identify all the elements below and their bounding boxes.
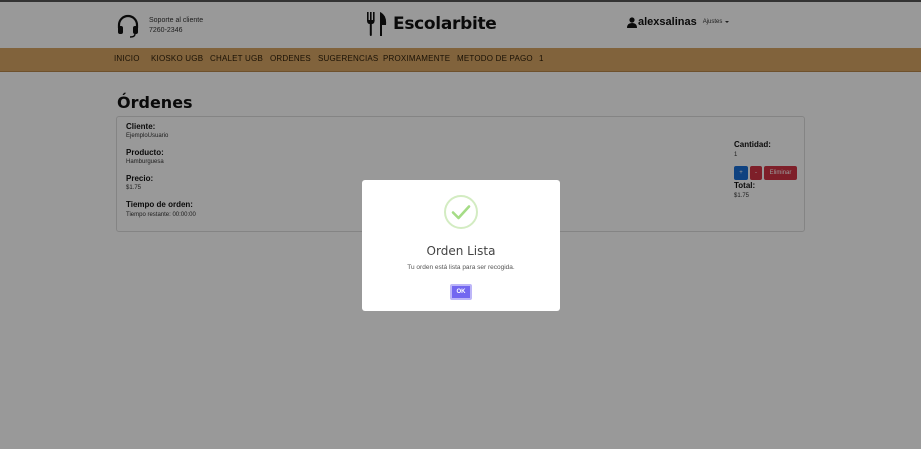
success-icon xyxy=(444,195,478,229)
dialog-message: Tu orden está lista para ser recogida. xyxy=(407,264,515,271)
dialog-title: Orden Lista xyxy=(426,244,496,258)
ok-button[interactable]: OK xyxy=(450,284,472,300)
order-ready-dialog: Orden Lista Tu orden está lista para ser… xyxy=(362,180,560,311)
check-icon xyxy=(451,205,471,220)
